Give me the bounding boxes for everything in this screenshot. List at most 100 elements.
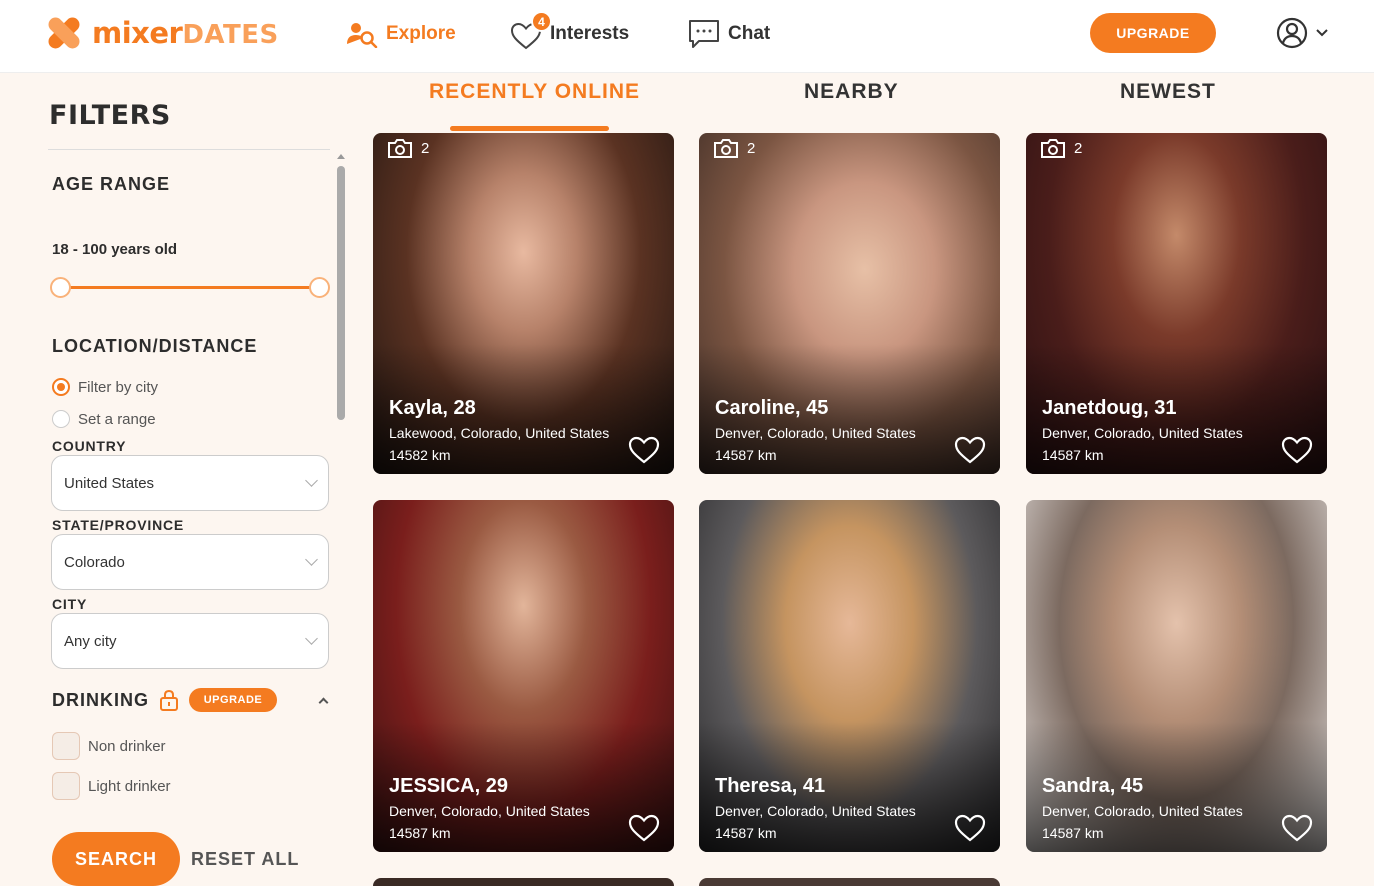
photo-count: 2 [387,137,429,159]
explore-icon [347,23,378,48]
profile-card-partial[interactable] [373,878,674,886]
results-tabs: RECENTLY ONLINE NEARBY NEWEST [370,74,1328,132]
location-label: LOCATION/DISTANCE [52,336,258,356]
logo-mark [45,14,83,52]
like-heart-icon[interactable] [1281,813,1313,843]
logo-secondary: DATES [182,20,279,50]
like-heart-icon[interactable] [628,435,660,465]
filter-by-city-radio[interactable]: Filter by city [52,378,158,396]
profile-location: Denver, Colorado, United States [389,803,590,819]
account-menu[interactable] [1276,17,1328,49]
profile-card[interactable]: 2 Kayla, 28 Lakewood, Colorado, United S… [373,133,674,474]
profile-location: Lakewood, Colorado, United States [389,425,610,441]
top-header: mixerDATES Explore 4 Interests Chat UPGR… [0,0,1374,73]
camera-icon [714,139,738,158]
chevron-down-icon [1316,29,1328,37]
scrollbar-thumb[interactable] [337,166,345,420]
profile-card[interactable]: JESSICA, 29 Denver, Colorado, United Sta… [373,500,674,852]
profile-distance: 14587 km [389,825,451,841]
nav-explore-label: Explore [386,23,456,44]
city-value: Any city [64,632,117,650]
nav-explore[interactable]: Explore [346,16,456,52]
camera-icon [388,139,412,158]
search-button[interactable]: SEARCH [52,832,180,886]
profile-card[interactable]: 2 Janetdoug, 31 Denver, Colorado, United… [1026,133,1327,474]
tab-newest[interactable]: NEWEST [1120,80,1216,104]
active-tab-indicator [450,126,609,131]
set-range-radio[interactable]: Set a range [52,410,156,428]
scroll-up-arrow[interactable] [337,154,345,159]
lock-icon [160,689,178,711]
chevron-up-icon[interactable] [318,697,329,708]
age-slider-max-handle[interactable] [309,277,330,298]
like-heart-icon[interactable] [954,435,986,465]
drinking-header[interactable]: DRINKING UPGRADE [52,688,277,712]
profile-name: Caroline, 45 [715,397,829,419]
photo-count-value: 2 [1074,139,1083,157]
tab-recently-online[interactable]: RECENTLY ONLINE [429,80,640,104]
profile-name: JESSICA, 29 [389,775,508,797]
age-range-label: AGE RANGE [52,174,171,194]
nav-chat-label: Chat [728,23,771,44]
set-range-label: Set a range [78,410,156,428]
filters-sidebar: FILTERS AGE RANGE 18 - 100 years old LOC… [0,74,360,886]
age-range-value: 18 - 100 years old [52,241,178,258]
profile-card[interactable]: Theresa, 41 Denver, Colorado, United Sta… [699,500,1000,852]
non-drinker-label: Non drinker [88,737,166,755]
camera-icon [1041,139,1065,158]
age-slider-min-handle[interactable] [50,277,71,298]
nav-interests-label: Interests [550,23,630,44]
chat-icon [689,20,719,48]
chevron-down-icon [305,553,318,566]
photo-count: 2 [713,137,755,159]
city-select[interactable]: Any city [51,613,329,669]
drinking-upgrade-button[interactable]: UPGRADE [189,688,277,712]
tab-nearby[interactable]: NEARBY [804,80,899,104]
chevron-down-icon [305,474,318,487]
user-icon [1276,17,1308,49]
nav-chat[interactable]: Chat [688,16,770,52]
non-drinker-option[interactable]: Non drinker [52,732,166,760]
reset-all-button[interactable]: RESET ALL [191,849,299,870]
profile-card[interactable]: Sandra, 45 Denver, Colorado, United Stat… [1026,500,1327,852]
upgrade-button[interactable]: UPGRADE [1090,13,1216,53]
profile-card-partial[interactable] [699,878,1000,886]
light-drinker-label: Light drinker [88,777,171,795]
profile-name: Kayla, 28 [389,397,476,419]
interests-icon-wrap: 4 [510,11,552,50]
radio-checked[interactable] [52,378,70,396]
profile-distance: 14587 km [715,447,777,463]
light-drinker-option[interactable]: Light drinker [52,772,171,800]
logo-primary: mixer [92,16,183,50]
country-select[interactable]: United States [51,455,329,511]
state-select[interactable]: Colorado [51,534,329,590]
like-heart-icon[interactable] [954,813,986,843]
checkbox[interactable] [52,732,80,760]
like-heart-icon[interactable] [628,813,660,843]
profile-distance: 14587 km [715,825,777,841]
profile-card[interactable]: 2 Caroline, 45 Denver, Colorado, United … [699,133,1000,474]
profile-location: Denver, Colorado, United States [715,803,916,819]
profile-distance: 14587 km [1042,825,1104,841]
profile-distance: 14587 km [1042,447,1104,463]
nav-interests[interactable]: 4 Interests [510,11,630,52]
photo-count-value: 2 [747,139,756,157]
photo-count-value: 2 [421,139,430,157]
profile-location: Denver, Colorado, United States [1042,803,1243,819]
filter-by-city-label: Filter by city [78,378,159,396]
checkbox[interactable] [52,772,80,800]
interests-badge: 4 [531,11,552,32]
like-heart-icon[interactable] [1281,435,1313,465]
city-label: CITY [52,596,88,612]
state-value: Colorado [64,553,125,571]
profile-name: Theresa, 41 [715,775,826,797]
profile-location: Denver, Colorado, United States [1042,425,1243,441]
age-slider-track[interactable] [60,286,320,289]
chevron-down-icon [305,632,318,645]
photo-count: 2 [1040,137,1082,159]
profile-name: Janetdoug, 31 [1042,397,1177,419]
radio-unchecked[interactable] [52,410,70,428]
filters-title: FILTERS [49,100,171,131]
drinking-label: DRINKING [52,689,149,710]
logo[interactable]: mixerDATES [45,14,279,52]
